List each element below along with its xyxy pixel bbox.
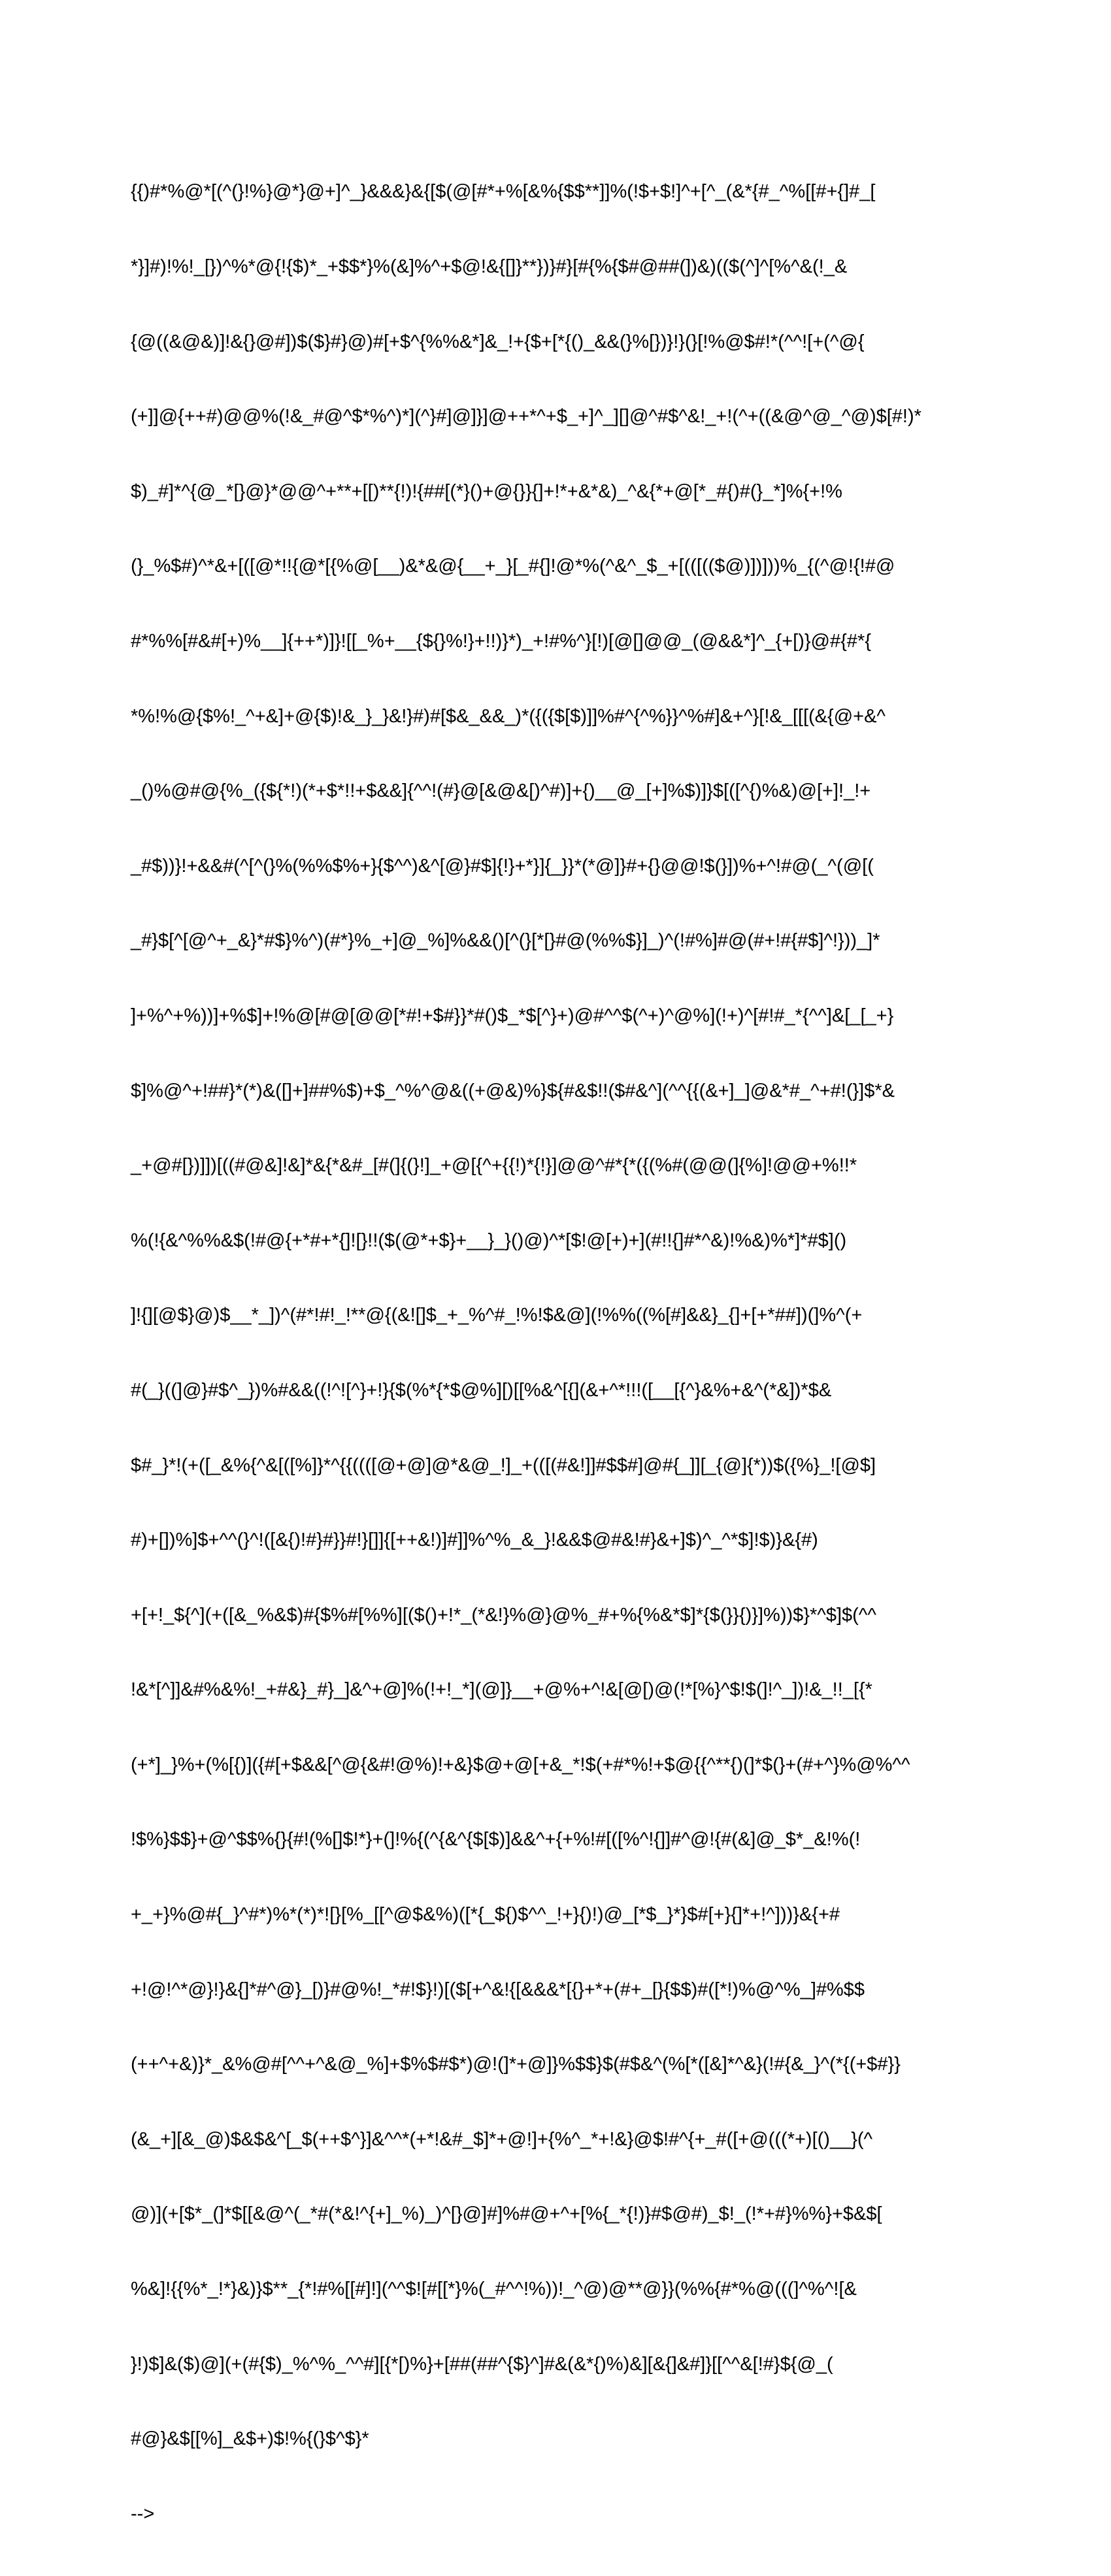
document-page: {{)#*%@*[(^(}!%}@*}@+]^_}&&&}&{[$(@[#*+%…: [0, 0, 1111, 2524]
text-line: !$%}$$}+@^$$%{}{#!(%[]$!*}+(]!%{(^{&^{$[…: [131, 1829, 861, 1850]
text-line: (+]]@{++#)@@%(!&_#@^$*%^)*](^}#]@]}]@++*…: [131, 406, 921, 427]
text-line: #*%%[#&#[+)%__]{++*)]}![[_%+__{${}%!}+!!…: [131, 630, 871, 652]
text-line: *}]#)!%!_[})^%*@{!{$)*_+$$*}%(&]%^+$@!&{…: [131, 256, 848, 277]
text-line: _+@#[})]])[((#@&]!&]*&{*&#_[#(]{(}!]_+@[…: [131, 1155, 857, 1177]
text-line: !&*[^]]&#%&%!_+#&}_#}_]&^+@]%(!+!_*](@]}…: [131, 1679, 872, 1701]
text-line: #@}&$[[%]_&$+)$!%{(}$^$}*: [131, 2428, 369, 2450]
text-line: {@((&@&)]!&{}@#])$($}#}@)#[+$^{%%&*]&_!+…: [131, 331, 865, 352]
text-line: $)_#]*^{@_*[}@}*@@^+**+[[)**{!)!{##[(*}(…: [131, 480, 842, 502]
text-line: +[+!_${^](+([&_%&$)#{$%#[%%][($()+!*_(*&…: [131, 1604, 877, 1626]
text-line: _#}$[^[@^+_&}*#$}%^)(#*}%_+]@_%]%&&()[^(…: [131, 930, 880, 952]
text-line: (++^+&)}*_&%@#[^^+^&@_%]+$%$#$*)@!(]*+@]…: [131, 2054, 901, 2075]
text-line: #)+[])%]$+^^(}^!([&{)!#}#}}#!}[]]{[++&!)…: [131, 1530, 818, 1551]
text-line: _()%@#@{%_({${*!)(*+$*!!+$&&]{^^!(#}@[&@…: [131, 780, 871, 802]
text-line: (}_%$#)^*&+[([@*!!{@*[{%@[__)&*&@{__+_}[…: [131, 556, 895, 577]
text-line: %(!{&^%%&$(!#@{+*#+*{]![}!!($(@*+$}+__}_…: [131, 1229, 847, 1251]
text-line: *%!%@{$%!_^+&]+@{$)!&_}_}&!}#)#[$&_&&_)*…: [131, 705, 886, 727]
text-line: ]!{][@$}@)$__*_])^(#*!#!_!**@{(&![]$_+_%…: [131, 1305, 863, 1326]
text-line: #(_}((]@}#$^_})%#&&((!^![^}+!}{$(%*{*$@%…: [131, 1379, 832, 1401]
text-line: +!@!^*@}!}&{]*#^@}_[)}#@%!_*#!$}!)[($[+^…: [131, 1979, 865, 2000]
text-line: }!)$]&($)@](+(#{$)_%^%_^^#][{*[)%}+[##(#…: [131, 2353, 833, 2375]
text-line: (&_+][&_@)$&$&^[_$(++$^}]&^^*(+*!&#_$]*+…: [131, 2128, 873, 2150]
comment-close-marker: -->: [131, 2503, 155, 2524]
text-line: @)](+[$*_(]*$[[&@^(_*#(*&!^{+]_%)_)^[}@]…: [131, 2203, 882, 2225]
text-line: (+*]_}%+(%[{)]({#[+$&&[^@{&#!@%)!+&}$@+@…: [131, 1754, 910, 1775]
text-line: ]+%^+%))]+%$]+!%@[#@[@@[*#!+$#}}*#()$_*$…: [131, 1005, 894, 1026]
document-text: {{)#*%@*[(^(}!%}@*}@+]^_}&&&}&{[$(@[#*+%…: [131, 129, 993, 2576]
text-line: %&]!{{%*_!*}&)}$**_{*!#%[[#]!](^^$![#[[*…: [131, 2279, 857, 2300]
text-line: $#_}*!(+([_&%{^&[([%]}*^{{((([@+@]@*&@_!…: [131, 1454, 876, 1476]
text-line: +_+}%@#{_}^#*)%*(*)*![}[%_[[^@$&%)([*{_$…: [131, 1904, 840, 1926]
text-line: $]%@^+!##}*(*)&([]+]##%$)+$_^%^@&((+@&)%…: [131, 1080, 895, 1101]
text-line: _#$))}!+&&#(^[^(}%(%%$%+}{$^^)&^[@}#$]{!…: [131, 855, 874, 877]
text-line: {{)#*%@*[(^(}!%}@*}@+]^_}&&&}&{[$(@[#*+%…: [131, 181, 876, 203]
